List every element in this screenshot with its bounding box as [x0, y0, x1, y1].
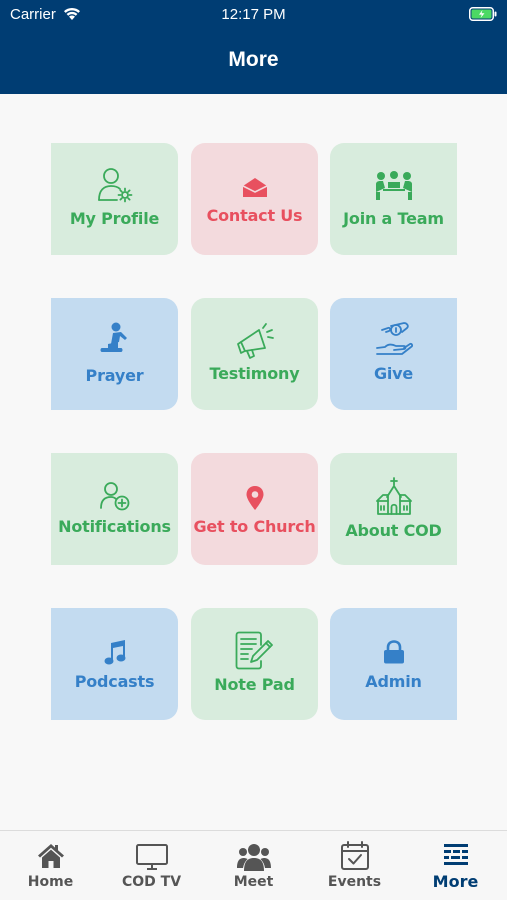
more-icon — [405, 843, 506, 867]
church-icon — [330, 477, 457, 517]
tile-podcasts[interactable]: Podcasts — [51, 608, 178, 720]
envelope-icon — [191, 177, 318, 199]
tab-bar: Home COD TV Meet Events More — [0, 830, 507, 900]
tile-testimony[interactable]: Testimony — [191, 298, 318, 410]
megaphone-icon — [191, 320, 318, 360]
tab-more[interactable]: More — [405, 831, 506, 900]
add-user-icon — [51, 481, 178, 511]
music-note-icon — [51, 639, 178, 665]
tab-meet[interactable]: Meet — [203, 831, 304, 900]
tile-label: Contact Us — [206, 206, 303, 225]
giving-hand-icon — [330, 320, 457, 360]
tile-get-to-church[interactable]: Get to Church — [191, 453, 318, 565]
tab-events[interactable]: Events — [304, 831, 405, 900]
notepad-icon — [191, 631, 318, 671]
tab-cod-tv[interactable]: COD TV — [101, 831, 202, 900]
tab-label: COD TV — [121, 874, 182, 890]
tile-contact-us[interactable]: Contact Us — [191, 143, 318, 255]
status-bar: Carrier 12:17 PM — [0, 0, 507, 30]
home-icon — [0, 843, 101, 869]
battery-icon — [469, 6, 497, 25]
tile-label: My Profile — [69, 209, 160, 228]
group-icon — [203, 843, 304, 871]
tile-label: Testimony — [209, 364, 300, 383]
tab-label: More — [432, 872, 479, 891]
tile-label: Get to Church — [193, 517, 316, 536]
more-menu-grid: My Profile Contact Us Join a Team Prayer… — [0, 94, 507, 830]
tv-icon — [101, 843, 202, 871]
tile-label: Notifications — [58, 517, 171, 536]
tile-about-cod[interactable]: About COD — [330, 453, 457, 565]
tile-label: Podcasts — [74, 672, 155, 691]
tab-home[interactable]: Home — [0, 831, 101, 900]
location-pin-icon — [191, 485, 318, 511]
tile-give[interactable]: Give — [330, 298, 457, 410]
calendar-check-icon — [304, 841, 405, 871]
tile-label: Prayer — [85, 366, 144, 385]
status-time: 12:17 PM — [221, 6, 286, 23]
tile-notifications[interactable]: Notifications — [51, 453, 178, 565]
profile-gear-icon — [51, 165, 178, 205]
tile-prayer[interactable]: Prayer — [51, 298, 178, 410]
tab-label: Events — [327, 874, 382, 890]
team-icon — [330, 170, 457, 202]
tile-label: Join a Team — [343, 209, 444, 228]
tile-join-a-team[interactable]: Join a Team — [330, 143, 457, 255]
lock-icon — [330, 640, 457, 664]
navigation-bar: More — [0, 30, 507, 94]
tile-my-profile[interactable]: My Profile — [51, 143, 178, 255]
tab-label: Home — [27, 874, 74, 890]
tile-label: Give — [373, 364, 414, 383]
tile-note-pad[interactable]: Note Pad — [191, 608, 318, 720]
tab-label: Meet — [233, 874, 274, 890]
praying-icon — [51, 322, 178, 356]
tile-label: Admin — [365, 672, 422, 691]
page-title: More — [228, 48, 279, 71]
tile-label: About COD — [345, 521, 442, 540]
tile-label: Note Pad — [214, 675, 295, 694]
tile-admin[interactable]: Admin — [330, 608, 457, 720]
